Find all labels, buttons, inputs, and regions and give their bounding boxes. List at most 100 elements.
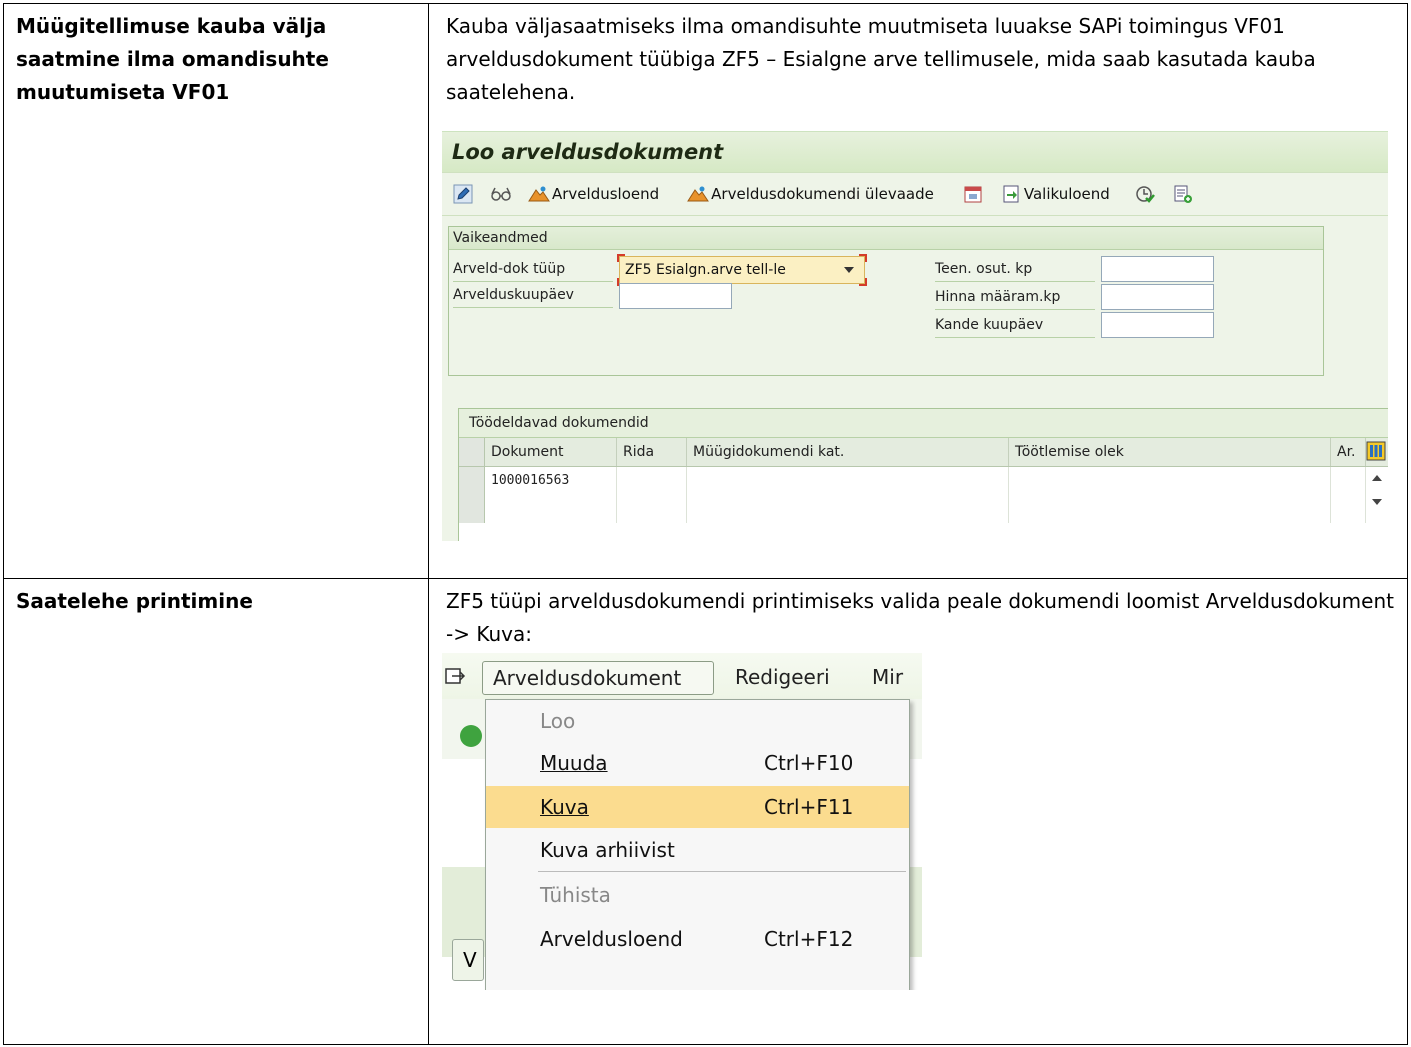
scroll-up-icon[interactable] [1372,475,1382,481]
document-cell[interactable] [485,495,617,523]
vertical-scrollbar[interactable] [1368,467,1386,519]
screen-body: Vaikeandmed Arveld-dok tüüp ZF5 Esialgn.… [442,216,1388,541]
service-date-input[interactable] [1101,256,1214,282]
row-label-text: Saatelehe printimine [16,588,253,613]
menu-item-change[interactable]: Muuda Ctrl+F10 [486,742,909,784]
menu-item-label: Arveldusloend [540,926,683,951]
billing-type-dropdown[interactable]: ZF5 Esialgn.arve tell-le [617,254,867,286]
select-all-cell[interactable] [459,438,485,466]
table-row[interactable]: 1000016563 [459,467,1388,495]
menu-item-display[interactable]: Kuva Ctrl+F11 [486,785,909,828]
pricing-date-input[interactable] [1101,284,1214,310]
sap-screenshot-create-billing: Loo arveldusdokument Arveldusloend Arvel… [442,131,1388,541]
menu-item-label: Kuva arhiivist [540,837,675,862]
item-cell[interactable] [617,467,687,495]
selection-list-label: Valikuloend [1023,185,1110,203]
menu-item-shortcut: Ctrl+F11 [764,794,854,819]
billing-list-button[interactable]: Arveldusloend [528,183,659,205]
screen-title: Loo arveldusdokument [442,132,1388,172]
item-cell[interactable] [617,495,687,523]
pricing-date-label: Hinna määram.kp [935,285,1095,310]
document-table: Müügitellimuse kauba välja saatmine ilma… [3,3,1408,1046]
menu-item-label: Muuda [540,750,608,775]
default-data-group: Vaikeandmed Arveld-dok tüüp ZF5 Esialgn.… [448,226,1324,376]
row-description: Kauba väljasaatmiseks ilma omandisuhte m… [446,14,1316,104]
column-header-item[interactable]: Rida [617,438,687,466]
mountain-icon [528,183,550,205]
check-icon [460,724,482,747]
focus-corner [617,254,625,262]
billing-list-label: Arveldusloend [552,185,660,203]
document-arrow-icon [1000,183,1022,205]
sales-category-cell[interactable] [687,467,1009,495]
clock-check-icon [1134,183,1156,205]
menu-goto[interactable]: Mir [872,661,903,695]
calendar-icon [962,183,984,205]
row-selector[interactable] [459,467,485,495]
selection-list-button[interactable]: Valikuloend [1000,183,1110,205]
processing-status-cell[interactable] [1009,467,1331,495]
focus-corner [859,278,867,286]
posting-date-label: Kande kuupäev [935,313,1095,338]
billing-date-label: Arvelduskuupäev [453,283,613,308]
billing-date-input[interactable] [619,283,732,309]
table-row: Saatelehe printimine ZF5 tüüpi arveldusd… [3,577,1408,1046]
menu-item-label: Kuva [540,794,589,819]
sap-screenshot-menu: Arveldusdokument Redigeeri Mir V Loo Muu… [442,652,922,990]
menu-item-shortcut: Ctrl+F10 [764,750,854,775]
menu-item-label: Tühista [540,882,611,907]
chevron-down-icon [844,267,854,273]
add-list-button[interactable] [1172,183,1196,205]
calendar-button[interactable] [962,183,986,205]
table-row[interactable] [459,495,1388,523]
row-label-text: Müügitellimuse kauba välja saatmine ilma… [16,14,329,104]
toolbar: Arveldusloend Arveldusdokumendi ülevaade [442,172,1388,216]
menu-edit[interactable]: Redigeeri [735,661,830,695]
ar-cell[interactable] [1331,467,1366,495]
billing-type-value: ZF5 Esialgn.arve tell-le [625,262,786,278]
glasses-button[interactable] [490,183,514,205]
column-header-ar[interactable]: Ar. [1331,438,1366,466]
menu-billing-document[interactable]: Arveldusdokument [482,660,714,695]
sales-category-cell[interactable] [687,495,1009,523]
execute-button[interactable] [1134,183,1158,205]
row-content: Kauba väljasaatmiseks ilma omandisuhte m… [428,3,1408,579]
document-cell[interactable]: 1000016563 [485,467,617,495]
posting-date-input[interactable] [1101,312,1214,338]
menu-item-shortcut: Ctrl+F12 [764,926,854,951]
billing-overview-label: Arveldusdokumendi ülevaade [711,185,934,203]
billing-document-menu: Loo Muuda Ctrl+F10 Kuva Ctrl+F11 Kuva ar… [485,698,910,990]
grid-header: Dokument Rida Müügidokumendi kat. Töötle… [459,438,1388,467]
menu-entry-icon[interactable] [444,667,466,687]
scroll-down-icon[interactable] [1372,499,1382,505]
edit-pencil-button[interactable] [452,183,476,205]
group-title: Vaikeandmed [449,227,1323,250]
column-header-sales-category[interactable]: Müügidokumendi kat. [687,438,1009,466]
menu-item-billing-list[interactable]: Arveldusloend Ctrl+F12 [486,918,909,960]
row-label: Saatelehe printimine [3,577,429,1046]
menu-separator [538,870,906,872]
column-header-processing-status[interactable]: Töötlemise olek [1009,438,1331,466]
billing-overview-button[interactable]: Arveldusdokumendi ülevaade [687,183,934,205]
grid-title: Töödeldavad dokumendid [459,409,1388,438]
menu-item-display-archive[interactable]: Kuva arhiivist [486,829,909,871]
row-description: ZF5 tüüpi arveldusdokumendi printimiseks… [446,588,1394,646]
row-selector[interactable] [459,495,485,523]
menu-billing-document-label: Arveldusdokument [493,665,682,690]
glasses-icon [490,183,512,205]
background-tab: V [452,938,484,981]
mountain-icon [687,183,710,205]
pencil-icon [452,183,474,205]
billing-type-label: Arveld-dok tüüp [453,257,613,282]
list-add-icon [1172,183,1194,205]
column-settings-icon[interactable] [1366,441,1386,461]
menu-bar: Arveldusdokument Redigeeri Mir [442,652,922,699]
ar-cell[interactable] [1331,495,1366,523]
processing-status-cell[interactable] [1009,495,1331,523]
column-header-document[interactable]: Dokument [485,438,617,466]
menu-item-label: Loo [540,708,576,733]
focus-corner [859,254,867,262]
service-date-label: Teen. osut. kp [935,257,1095,282]
table-row: Müügitellimuse kauba välja saatmine ilma… [3,3,1408,579]
documents-grid: Töödeldavad dokumendid Dokument Rida Müü… [458,408,1388,541]
